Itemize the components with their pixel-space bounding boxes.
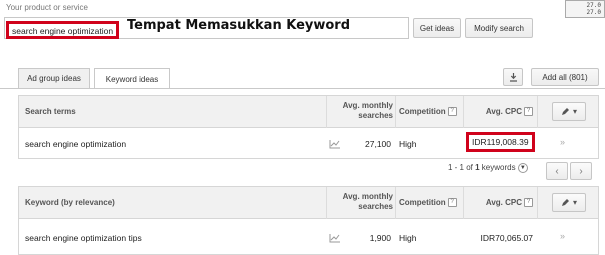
column-header-cpc: Avg. CPC? <box>471 107 533 117</box>
table-header: Search terms Avg. monthly searches Compe… <box>19 96 598 128</box>
chevron-down-icon: ▾ <box>572 198 577 207</box>
row-cpc: IDR119,008.39 <box>466 132 535 152</box>
column-divider <box>395 187 396 219</box>
get-ideas-button[interactable]: Get ideas <box>413 18 461 38</box>
row-keyword: search engine optimization <box>25 139 127 149</box>
pagination-summary: 1 - 1 of 1 keywords ▼ <box>448 163 528 173</box>
row-keyword: search engine optimization tips <box>25 233 142 243</box>
edit-menu-button[interactable]: ▾ <box>552 193 586 212</box>
add-arrow-icon[interactable]: » <box>560 231 565 241</box>
column-divider <box>326 187 327 219</box>
column-divider <box>537 96 538 128</box>
keyword-ideas-table: Keyword (by relevance) Avg. monthly sear… <box>18 186 599 255</box>
modify-search-button[interactable]: Modify search <box>465 18 533 38</box>
corner-badge: 27.0 27.0 <box>565 0 605 18</box>
edit-menu-button[interactable]: ▾ <box>552 102 586 121</box>
search-terms-table: Search terms Avg. monthly searches Compe… <box>18 95 599 159</box>
table-header: Keyword (by relevance) Avg. monthly sear… <box>19 187 598 219</box>
add-all-button[interactable]: Add all (801) <box>531 68 599 86</box>
row-competition: High <box>399 233 417 243</box>
chevron-right-icon: › <box>579 165 583 177</box>
column-header-keyword: Keyword (by relevance) <box>25 198 115 207</box>
tab-keyword-ideas[interactable]: Keyword ideas <box>94 68 170 89</box>
column-header-searches: Avg. monthly searches <box>342 101 393 120</box>
column-divider <box>537 187 538 219</box>
annotation-label: Tempat Memasukkan Keyword <box>127 18 351 33</box>
row-competition: High <box>399 139 417 149</box>
column-divider <box>463 187 464 219</box>
prev-page-button[interactable]: ‹ <box>546 162 568 180</box>
column-divider <box>463 96 464 128</box>
chevron-down-icon: ▾ <box>572 107 577 116</box>
chevron-left-icon: ‹ <box>555 165 559 177</box>
table-row[interactable]: search engine optimization tips 1,900 Hi… <box>19 219 598 251</box>
download-button[interactable] <box>503 68 523 86</box>
column-header-competition: Competition? <box>399 107 457 117</box>
pencil-icon <box>561 107 569 115</box>
search-input-value[interactable]: search engine optimization <box>6 21 119 39</box>
help-icon[interactable]: ? <box>447 198 457 208</box>
column-header-searches: Avg. monthly searches <box>342 192 393 211</box>
row-searches: 27,100 <box>365 139 391 149</box>
table-row[interactable]: search engine optimization 27,100 High I… <box>19 128 598 160</box>
chevron-down-icon[interactable]: ▼ <box>517 163 528 173</box>
row-searches: 1,900 <box>369 233 391 243</box>
tab-ad-group-ideas[interactable]: Ad group ideas <box>18 68 90 88</box>
column-header-search-terms: Search terms <box>25 107 76 116</box>
product-field-label: Your product or service <box>6 3 88 12</box>
help-icon[interactable]: ? <box>524 107 533 117</box>
row-cpc: IDR70,065.07 <box>480 233 533 243</box>
column-header-cpc: Avg. CPC? <box>471 198 533 208</box>
column-divider <box>395 96 396 128</box>
tab-divider <box>0 88 605 89</box>
column-divider <box>326 96 327 128</box>
help-icon[interactable]: ? <box>524 198 533 208</box>
download-icon <box>509 72 517 82</box>
add-arrow-icon[interactable]: » <box>560 137 565 147</box>
column-header-competition: Competition? <box>399 198 457 208</box>
pencil-icon <box>561 198 569 206</box>
next-page-button[interactable]: › <box>570 162 592 180</box>
help-icon[interactable]: ? <box>447 107 457 117</box>
